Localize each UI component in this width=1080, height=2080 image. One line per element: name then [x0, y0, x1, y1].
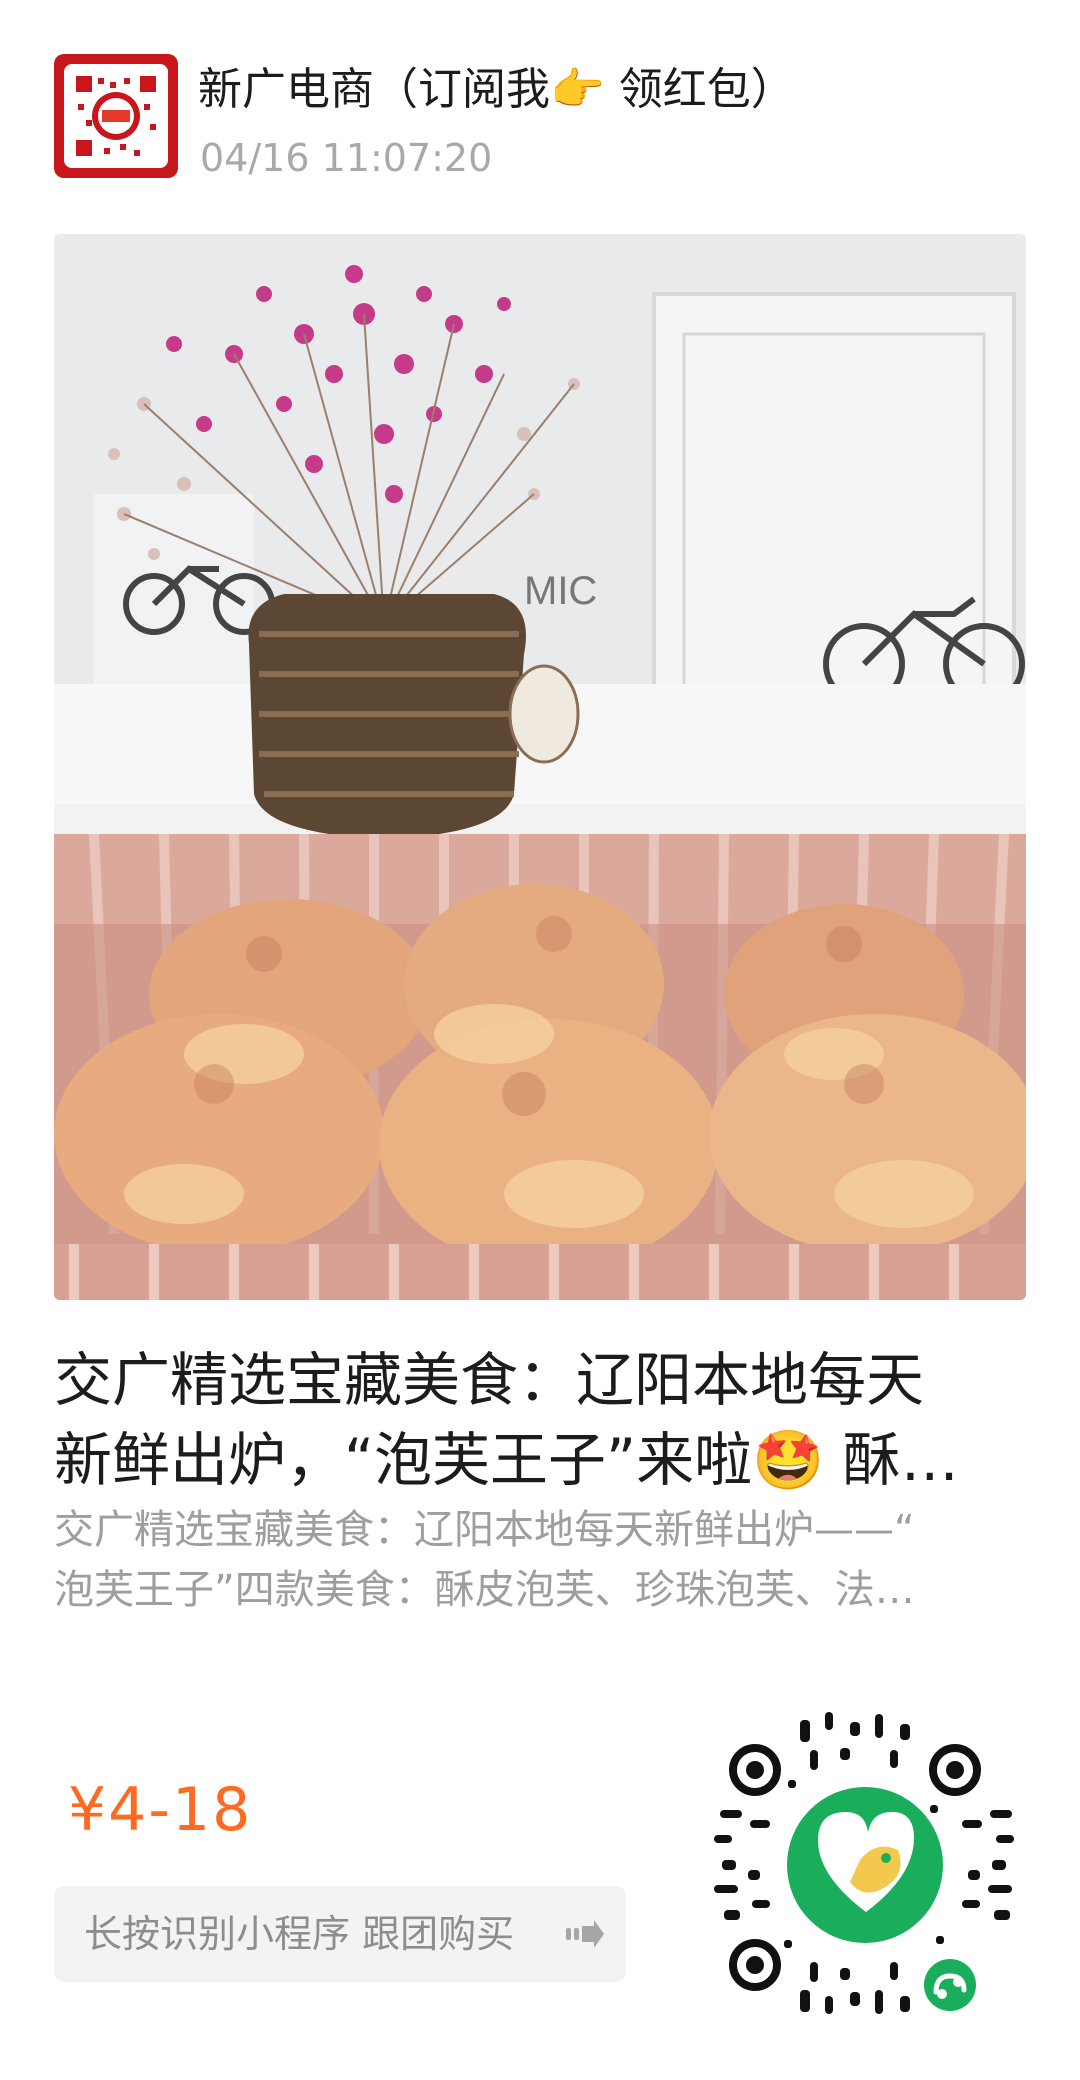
avatar-qr-icon — [64, 64, 168, 168]
svg-text:MIC: MIC — [524, 569, 597, 613]
long-press-cta-button[interactable]: 长按识别小程序 跟团购买 — [54, 1886, 626, 1982]
post-header: 新广电商（订阅我👉 领红包） 04/16 11:07:20 — [54, 54, 1034, 184]
article-title[interactable]: 交广精选宝藏美食：辽阳本地每天 新鲜出炉，“泡芙王子”来啦🤩 酥… — [54, 1340, 1024, 1500]
post-timestamp: 04/16 11:07:20 — [200, 136, 493, 180]
product-photo[interactable]: MIC — [54, 234, 1026, 1300]
miniprogram-qr-code[interactable] — [700, 1700, 1030, 2030]
article-description-line-2: 泡芙王子”四款美食：酥皮泡芙、珍珠泡芙、法… — [54, 1567, 915, 1613]
article-title-line-2: 新鲜出炉，“泡芙王子”来啦🤩 酥… — [54, 1426, 959, 1494]
article-title-line-1: 交广精选宝藏美食：辽阳本地每天 — [54, 1346, 925, 1414]
account-name[interactable]: 新广电商（订阅我👉 领红包） — [198, 64, 795, 116]
article-description: 交广精选宝藏美食：辽阳本地每天新鲜出炉——“ 泡芙王子”四款美食：酥皮泡芙、珍珠… — [54, 1500, 1024, 1620]
account-avatar[interactable] — [54, 54, 178, 178]
arrow-right-icon — [562, 1916, 606, 1952]
cta-label: 长按识别小程序 跟团购买 — [84, 1912, 515, 1956]
article-description-line-1: 交广精选宝藏美食：辽阳本地每天新鲜出炉——“ — [54, 1507, 915, 1553]
price-range: ¥4-18 — [68, 1775, 253, 1845]
